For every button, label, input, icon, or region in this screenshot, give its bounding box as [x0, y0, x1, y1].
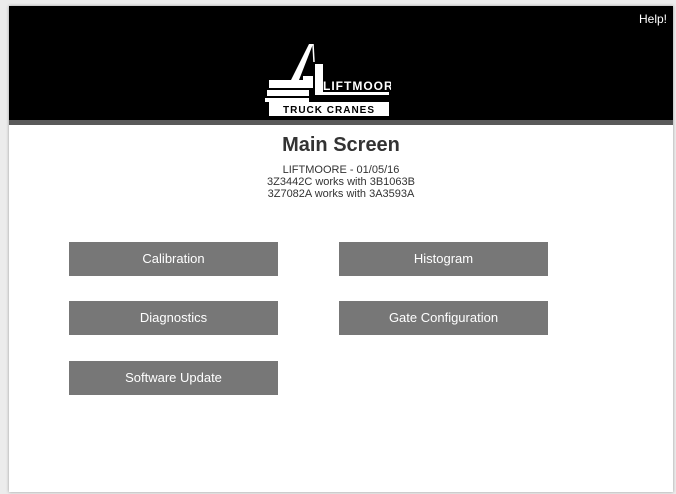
info-line-compat-1: 3Z3442C works with 3B1063B [267, 176, 415, 188]
software-update-button[interactable]: Software Update [69, 361, 278, 395]
histogram-button[interactable]: Histogram [339, 242, 548, 276]
app-window: Help! LIFTMOORE TRUCK CRANES [9, 6, 673, 492]
header-divider [9, 120, 673, 125]
liftmoore-logo: LIFTMOORE TRUCK CRANES [255, 40, 402, 116]
info-line-compat-2: 3Z7082A works with 3A3593A [267, 188, 415, 200]
crane-logo-icon: LIFTMOORE TRUCK CRANES [265, 43, 402, 116]
page-title: Main Screen [282, 134, 400, 156]
header: Help! LIFTMOORE TRUCK CRANES [9, 6, 673, 120]
gate-configuration-button[interactable]: Gate Configuration [339, 301, 548, 335]
help-link[interactable]: Help! [639, 12, 667, 26]
diagnostics-button[interactable]: Diagnostics [69, 301, 278, 335]
info-line-version: LIFTMOORE - 01/05/16 [282, 164, 400, 176]
logo-brand-text: LIFTMOORE [323, 79, 391, 93]
logo-tagline: TRUCK CRANES [283, 105, 375, 116]
calibration-button[interactable]: Calibration [69, 242, 278, 276]
